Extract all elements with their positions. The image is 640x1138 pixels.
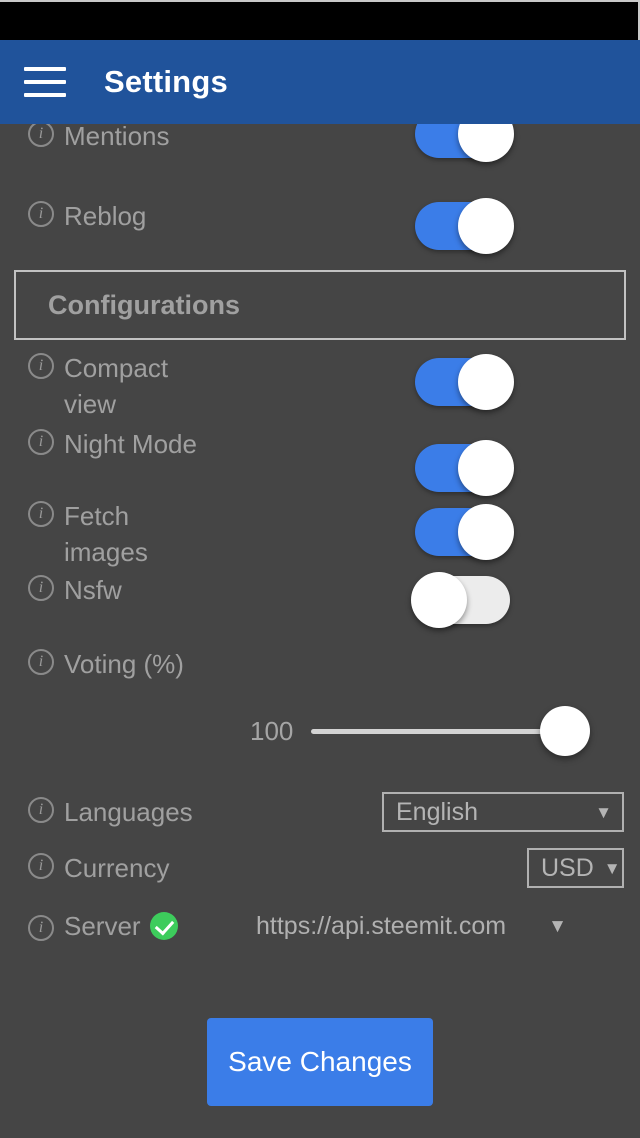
toggle-mentions[interactable] (415, 124, 514, 162)
setting-label: Mentions (64, 124, 170, 151)
setting-label-group: i Languages (28, 794, 380, 830)
toggle-knob (458, 504, 514, 560)
status-bar (0, 0, 640, 40)
setting-row-currency[interactable]: i Currency USD ▼ (0, 840, 640, 896)
info-icon[interactable]: i (28, 914, 54, 941)
voting-value: 100 (250, 715, 294, 746)
toggle-knob (458, 124, 514, 162)
section-title: Configurations (48, 289, 240, 320)
setting-row-voting: i Voting (%) (0, 646, 640, 694)
setting-label: Compact view (64, 353, 169, 419)
info-icon[interactable]: i (28, 649, 54, 675)
setting-label: Reblog (64, 201, 147, 231)
server-selected-value: https://api.steemit.com (256, 911, 507, 940)
voting-slider-thumb[interactable] (540, 706, 591, 756)
settings-scroll-area[interactable]: i Mentions i Reblog Configurations i Com… (0, 124, 640, 1138)
settings-screen: Settings i Mentions i Reblog Configurati… (0, 0, 640, 1138)
setting-row-nsfw[interactable]: i Nsfw (0, 572, 640, 646)
setting-label-group: i Nsfw (28, 572, 358, 608)
hamburger-bar (24, 80, 66, 84)
save-changes-button[interactable]: Save Changes (207, 1018, 433, 1106)
chevron-down-icon[interactable]: ▼ (595, 804, 612, 821)
toggle-nsfw[interactable] (411, 572, 510, 628)
toggle-knob (458, 198, 514, 254)
toggle-fetch-images[interactable] (415, 504, 514, 560)
toggle-knob (458, 440, 514, 496)
setting-label-group: i Compact view (28, 350, 358, 422)
setting-label: Voting (%) (64, 649, 184, 679)
info-icon[interactable]: i (28, 501, 54, 527)
info-icon[interactable]: i (28, 429, 54, 455)
chevron-down-icon[interactable]: ▼ (604, 860, 621, 877)
chevron-down-icon[interactable]: ▼ (548, 917, 567, 936)
toggle-knob (411, 572, 467, 628)
setting-row-reblog[interactable]: i Reblog (0, 198, 640, 256)
setting-label-group: i Server (28, 908, 228, 944)
voting-slider-row: 100 (0, 694, 640, 768)
setting-label: Night Mode (64, 429, 197, 459)
setting-row-mentions[interactable]: i Mentions (0, 124, 640, 174)
setting-label: Fetch images (64, 501, 148, 567)
currency-selected-value: USD (541, 854, 594, 882)
setting-row-night-mode[interactable]: i Night Mode (0, 426, 640, 498)
check-circle-icon (149, 912, 178, 940)
hamburger-menu-icon[interactable] (24, 67, 66, 97)
setting-row-compact-view[interactable]: i Compact view (0, 350, 640, 426)
voting-slider-track[interactable] (311, 706, 591, 756)
info-icon[interactable]: i (28, 575, 54, 601)
footer-actions: Save Changes (0, 1018, 640, 1106)
setting-label-group: i Currency (28, 850, 525, 886)
setting-label-group: i Fetch images (28, 498, 358, 570)
setting-row-server[interactable]: i Server https://api.steemit.com ▼ (0, 896, 640, 956)
toggle-night-mode[interactable] (415, 440, 514, 496)
languages-select[interactable]: English ▼ (382, 792, 624, 832)
info-icon[interactable]: i (28, 201, 54, 227)
setting-label-group: i Mentions (28, 124, 358, 154)
page-title: Settings (104, 64, 228, 99)
info-icon[interactable]: i (28, 797, 54, 823)
currency-select[interactable]: USD ▼ (527, 848, 624, 888)
setting-row-languages[interactable]: i Languages English ▼ (0, 784, 640, 840)
setting-label: Server (64, 911, 141, 941)
toggle-compact-view[interactable] (415, 354, 514, 410)
hamburger-bar (24, 67, 66, 71)
toggle-knob (458, 354, 514, 410)
setting-row-fetch-images[interactable]: i Fetch images (0, 498, 640, 572)
info-icon[interactable]: i (28, 124, 54, 147)
info-icon[interactable]: i (28, 853, 54, 879)
setting-label: Nsfw (64, 575, 122, 605)
setting-label-group: i Reblog (28, 198, 358, 234)
languages-selected-value: English (396, 798, 478, 826)
setting-label-group: i Night Mode (28, 426, 358, 462)
info-icon[interactable]: i (28, 353, 54, 379)
setting-label: Currency (64, 853, 170, 883)
setting-label: Languages (64, 797, 193, 827)
toggle-reblog[interactable] (415, 198, 514, 254)
section-header-configurations: Configurations (14, 270, 626, 340)
app-bar: Settings (0, 40, 640, 124)
hamburger-bar (24, 93, 66, 97)
setting-label-group: i Voting (%) (28, 646, 358, 682)
